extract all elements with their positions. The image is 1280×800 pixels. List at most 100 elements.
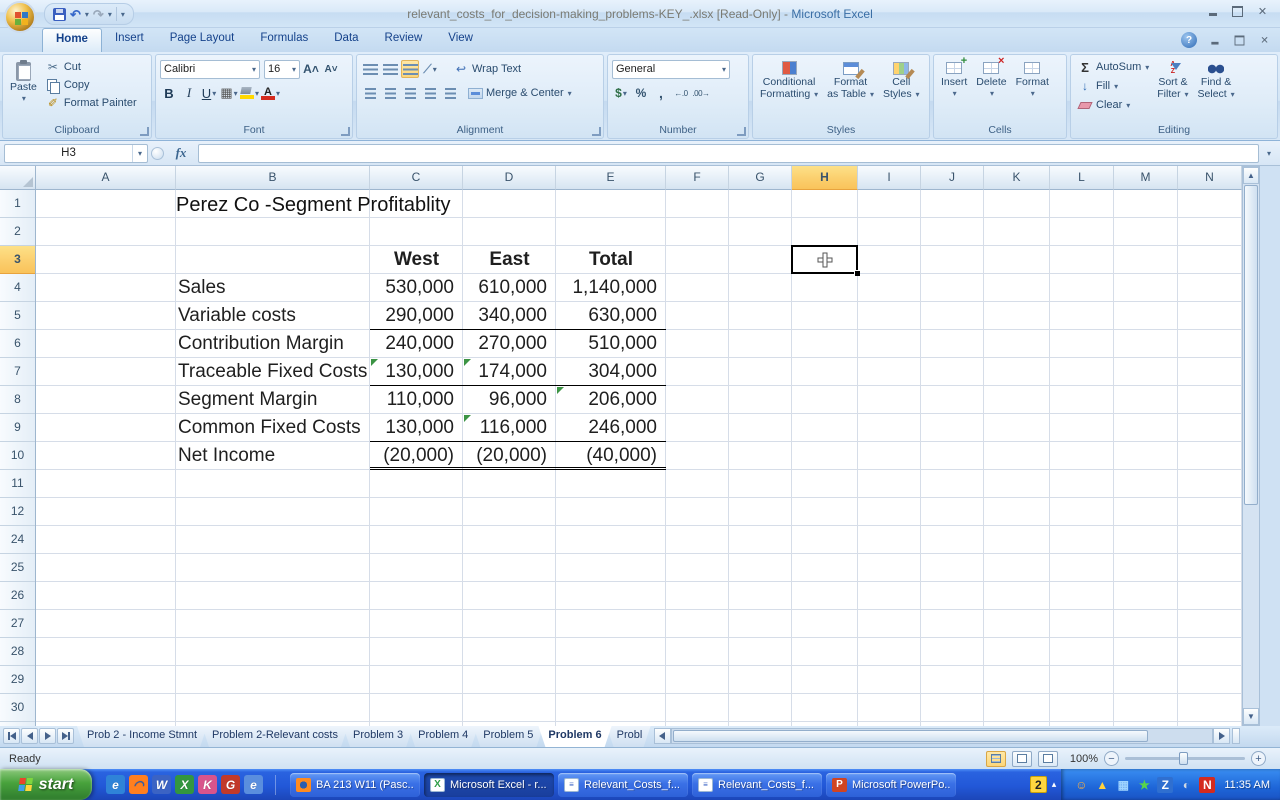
- orientation-button[interactable]: ▾: [421, 60, 439, 78]
- internet-explorer-icon[interactable]: e: [106, 775, 125, 794]
- cell-B10[interactable]: Net Income: [176, 442, 370, 470]
- row-header-9[interactable]: 9: [0, 414, 35, 442]
- cell-E5[interactable]: 630,000: [556, 302, 666, 330]
- cell-D9[interactable]: 116,000: [463, 414, 556, 442]
- previous-sheet-icon[interactable]: [21, 728, 38, 744]
- volume-icon[interactable]: ◐: [1178, 777, 1194, 793]
- taskbar-button-firefox[interactable]: BA 213 W11 (Pasc...: [290, 773, 420, 797]
- row-header-6[interactable]: 6: [0, 330, 35, 358]
- column-header-M[interactable]: M: [1114, 166, 1178, 190]
- ribbon-tab-formulas[interactable]: Formulas: [247, 28, 321, 52]
- delete-cells-button[interactable]: × Delete▾: [973, 58, 1009, 123]
- underline-button[interactable]: U▾: [200, 84, 218, 102]
- minimize-icon[interactable]: [1205, 5, 1220, 18]
- zoom-out-icon[interactable]: −: [1104, 751, 1119, 766]
- norton-icon[interactable]: N: [1199, 777, 1215, 793]
- zoom-slider-track[interactable]: [1125, 757, 1245, 760]
- find-select-button[interactable]: Find & Select ▾: [1195, 58, 1238, 123]
- outlook-icon[interactable]: e: [244, 775, 263, 794]
- borders-button[interactable]: ▾: [220, 84, 238, 102]
- cell-B6[interactable]: Contribution Margin: [176, 330, 370, 358]
- cell-D5[interactable]: 340,000: [463, 302, 556, 330]
- cell-B4[interactable]: Sales: [176, 274, 370, 302]
- zoom-in-icon[interactable]: +: [1251, 751, 1266, 766]
- hidden-icons-chevron-icon[interactable]: ▴: [1052, 779, 1057, 790]
- taskbar-button-excel[interactable]: XMicrosoft Excel - r...: [424, 773, 554, 797]
- increase-indent-button[interactable]: [441, 84, 459, 102]
- italic-button[interactable]: I: [180, 84, 198, 102]
- row-header-30[interactable]: 30: [0, 694, 35, 722]
- tab-split-handle[interactable]: [1232, 728, 1240, 744]
- wrap-text-button[interactable]: Wrap Text: [451, 60, 523, 78]
- workbook-minimize-icon[interactable]: [1208, 34, 1222, 46]
- workbook-close-icon[interactable]: ✕: [1258, 34, 1272, 46]
- cell-D4[interactable]: 610,000: [463, 274, 556, 302]
- sheet-tab-problem-2-relevant-costs[interactable]: Problem 2-Relevant costs: [202, 726, 348, 747]
- name-box-dropdown-icon[interactable]: [132, 145, 147, 162]
- number-format-select[interactable]: General▾: [612, 60, 730, 79]
- scroll-down-icon[interactable]: ▼: [1243, 708, 1259, 725]
- column-header-F[interactable]: F: [666, 166, 729, 190]
- column-header-J[interactable]: J: [921, 166, 984, 190]
- start-button[interactable]: start: [0, 769, 92, 800]
- scroll-up-icon[interactable]: ▲: [1243, 167, 1259, 184]
- column-header-K[interactable]: K: [984, 166, 1050, 190]
- cell-B7[interactable]: Traceable Fixed Costs: [176, 358, 370, 386]
- vertical-scroll-thumb[interactable]: [1244, 185, 1258, 505]
- row-header-11[interactable]: 11: [0, 470, 35, 498]
- bottom-align-button[interactable]: [401, 60, 419, 78]
- row-header-5[interactable]: 5: [0, 302, 35, 330]
- formula-input[interactable]: [198, 144, 1259, 163]
- cell-D6[interactable]: 270,000: [463, 330, 556, 358]
- sheet-tab-probl[interactable]: Probl: [607, 726, 651, 747]
- green-app-icon[interactable]: ★: [1136, 777, 1152, 793]
- cell-styles-button[interactable]: Cell Styles ▾: [880, 58, 923, 123]
- cell-D8[interactable]: 96,000: [463, 386, 556, 414]
- zoom-level[interactable]: 100%: [1064, 753, 1098, 765]
- taskbar-button-powerpoint[interactable]: PMicrosoft PowerPo...: [826, 773, 956, 797]
- cell-E9[interactable]: 246,000: [556, 414, 666, 442]
- number-dialog-launcher-icon[interactable]: [737, 127, 746, 136]
- cell-E6[interactable]: 510,000: [556, 330, 666, 358]
- cell-E3[interactable]: Total: [556, 246, 666, 274]
- key-icon[interactable]: K: [198, 775, 217, 794]
- ribbon-tab-review[interactable]: Review: [372, 28, 436, 52]
- cell-E10[interactable]: (40,000): [556, 442, 666, 470]
- restore-icon[interactable]: [1230, 5, 1245, 18]
- clipboard-dialog-launcher-icon[interactable]: [140, 127, 149, 136]
- cell-C9[interactable]: 130,000: [370, 414, 463, 442]
- scroll-right-icon[interactable]: [1213, 728, 1230, 744]
- cell-D7[interactable]: 174,000: [463, 358, 556, 386]
- cell-E8[interactable]: 206,000: [556, 386, 666, 414]
- font-dialog-launcher-icon[interactable]: [341, 127, 350, 136]
- cut-button[interactable]: Cut: [43, 58, 139, 76]
- z-app-icon[interactable]: Z: [1157, 777, 1173, 793]
- format-as-table-button[interactable]: Format as Table ▾: [824, 58, 877, 123]
- fill-button[interactable]: Fill▾: [1075, 77, 1151, 95]
- row-header-29[interactable]: 29: [0, 666, 35, 694]
- cell-C7[interactable]: 130,000: [370, 358, 463, 386]
- row-header-10[interactable]: 10: [0, 442, 35, 470]
- select-all-corner[interactable]: [0, 166, 36, 190]
- cell-E7[interactable]: 304,000: [556, 358, 666, 386]
- column-header-H[interactable]: H: [792, 166, 858, 190]
- row-header-28[interactable]: 28: [0, 638, 35, 666]
- column-header-G[interactable]: G: [729, 166, 792, 190]
- align-right-button[interactable]: [401, 84, 419, 102]
- vertical-scrollbar[interactable]: ▲ ▼: [1242, 166, 1260, 726]
- alignment-dialog-launcher-icon[interactable]: [592, 127, 601, 136]
- cell-C5[interactable]: 290,000: [370, 302, 463, 330]
- align-center-button[interactable]: [381, 84, 399, 102]
- normal-view-button[interactable]: [986, 751, 1006, 767]
- column-header-B[interactable]: B: [176, 166, 370, 190]
- office-button[interactable]: [4, 1, 36, 33]
- column-header-N[interactable]: N: [1178, 166, 1242, 190]
- percent-style-button[interactable]: %: [632, 84, 650, 102]
- sheet-tab-prob-2-income-stmnt[interactable]: Prob 2 - Income Stmnt: [77, 726, 207, 747]
- row-header-1[interactable]: 1: [0, 190, 35, 218]
- insert-function-button[interactable]: fx: [167, 144, 195, 163]
- horizontal-scroll-track[interactable]: [671, 728, 1213, 744]
- column-header-I[interactable]: I: [858, 166, 921, 190]
- increase-decimal-button[interactable]: ←.0: [672, 84, 690, 102]
- close-icon[interactable]: ✕: [1255, 5, 1270, 18]
